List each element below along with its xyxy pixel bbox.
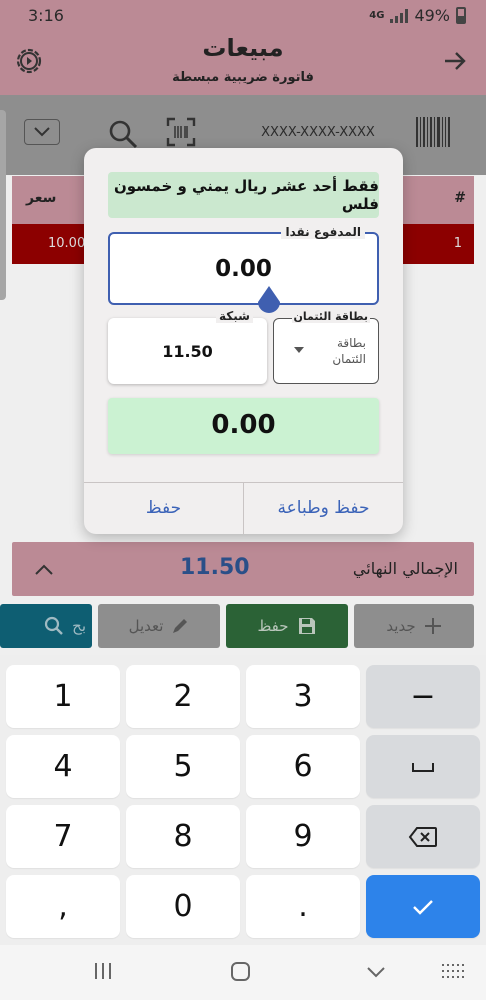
keyboard-switch-icon[interactable] <box>442 964 464 980</box>
header-index: # <box>454 190 466 206</box>
key-3[interactable]: 3 <box>246 665 360 728</box>
key-4[interactable]: 4 <box>6 735 120 798</box>
save-invoice-button[interactable]: حفظ <box>226 604 348 648</box>
side-drawer-handle[interactable] <box>0 110 6 300</box>
dropdown-caret-icon <box>294 347 304 353</box>
network-type: 4G <box>369 10 385 21</box>
key-6[interactable]: 6 <box>246 735 360 798</box>
signal-icon <box>390 8 409 23</box>
status-time: 3:16 <box>28 6 64 25</box>
key-0[interactable]: 0 <box>126 875 240 938</box>
key-period[interactable]: . <box>246 875 360 938</box>
scan-code-icon[interactable] <box>166 117 196 147</box>
search-button[interactable]: بح <box>0 604 92 648</box>
save-button[interactable]: حفظ <box>84 482 243 534</box>
credit-card-select[interactable]: بطاقة الئتمان بطاقة الئتمان <box>273 310 379 384</box>
expand-dropdown-button[interactable] <box>24 119 60 145</box>
payment-dialog: فقط أحد عشر ريال يمني و خمسون فلس المدفو… <box>84 148 403 534</box>
key-backspace[interactable] <box>366 805 480 868</box>
total-amount: 11.50 <box>180 555 250 580</box>
total-label: الإجمالي النهائي <box>352 559 458 578</box>
pencil-icon <box>173 619 188 633</box>
cash-paid-label: المدفوع نقدا <box>281 225 365 239</box>
battery-percent: 49% <box>414 6 450 25</box>
chevron-down-icon <box>34 127 50 137</box>
key-7[interactable]: 7 <box>6 805 120 868</box>
checkmark-icon <box>413 899 433 915</box>
search-label: بح <box>72 617 86 635</box>
space-bar-icon <box>412 762 434 772</box>
change-amount-value: 0.00 <box>211 410 276 440</box>
action-bar: جديد حفظ تعديل بح <box>0 604 486 650</box>
network-payment-value: 11.50 <box>162 342 213 361</box>
page-subtitle: فاتورة ضريبية مبسطة <box>172 70 314 85</box>
key-comma[interactable]: , <box>6 875 120 938</box>
edit-label: تعديل <box>128 617 164 635</box>
text-cursor-handle-icon[interactable] <box>256 286 282 318</box>
amount-in-words: فقط أحد عشر ريال يمني و خمسون فلس <box>108 172 379 218</box>
page-title: مبيعات <box>202 34 284 62</box>
battery-icon <box>456 7 466 24</box>
network-payment-input[interactable]: شبكة 11.50 <box>108 309 267 384</box>
home-icon[interactable] <box>231 962 250 981</box>
floppy-disk-icon <box>298 618 315 634</box>
cash-paid-input[interactable]: المدفوع نقدا 0.00 <box>108 225 379 313</box>
header-price: سعر <box>26 190 57 206</box>
invoice-code-field[interactable]: XXXX-XXXX-XXXX <box>238 125 398 140</box>
key-2[interactable]: 2 <box>126 665 240 728</box>
save-label: حفظ <box>257 617 289 635</box>
status-indicators: 4G 49% <box>369 6 466 25</box>
key-1[interactable]: 1 <box>6 665 120 728</box>
credit-card-label: بطاقة الئتمان <box>291 310 370 323</box>
key-done[interactable] <box>366 875 480 938</box>
search-icon[interactable] <box>108 119 138 149</box>
change-amount: 0.00 <box>108 398 379 454</box>
network-payment-label: شبكة <box>216 309 253 323</box>
key-space[interactable] <box>366 735 480 798</box>
app-bar: مبيعات فاتورة ضريبية مبسطة <box>0 32 486 95</box>
key-8[interactable]: 8 <box>126 805 240 868</box>
chevron-up-icon[interactable] <box>32 560 56 580</box>
numeric-keyboard: 1 2 3 − 4 5 6 7 8 9 , 0 . <box>0 655 486 945</box>
arrow-right-icon[interactable] <box>442 48 468 74</box>
hide-keyboard-chevron-icon[interactable] <box>366 965 386 979</box>
row-index: 1 <box>453 236 462 251</box>
credit-card-selected: بطاقة الئتمان <box>332 336 366 366</box>
status-bar: 3:16 4G 49% <box>0 0 486 32</box>
backspace-icon <box>408 826 437 847</box>
key-9[interactable]: 9 <box>246 805 360 868</box>
save-and-print-button[interactable]: حفظ وطباعة <box>244 482 403 534</box>
system-nav-bar <box>0 945 486 1000</box>
new-button[interactable]: جديد <box>354 604 474 648</box>
total-bar: 11.50 الإجمالي النهائي <box>12 542 474 596</box>
recents-icon[interactable] <box>95 963 111 979</box>
key-minus[interactable]: − <box>366 665 480 728</box>
key-5[interactable]: 5 <box>126 735 240 798</box>
row-price: 10.00 <box>48 236 86 251</box>
plus-icon <box>424 618 441 634</box>
edit-button[interactable]: تعديل <box>98 604 220 648</box>
search-icon <box>45 616 63 635</box>
barcode-icon[interactable] <box>416 117 451 147</box>
new-label: جديد <box>386 617 416 635</box>
cash-paid-value: 0.00 <box>215 256 272 282</box>
